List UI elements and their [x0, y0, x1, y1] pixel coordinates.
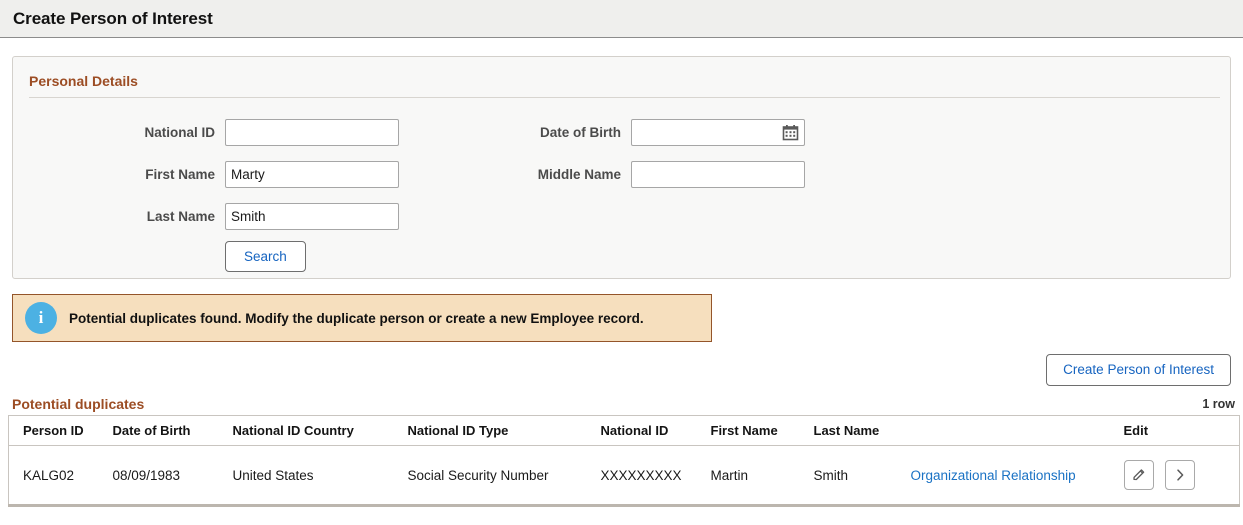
personal-details-title: Personal Details: [29, 73, 138, 89]
national-id-label: National ID: [144, 124, 215, 140]
date-of-birth-input[interactable]: [631, 118, 805, 146]
cell-relationship: Organizational Relationship: [910, 445, 1124, 507]
page-content: Personal Details National ID Date of Bir…: [0, 56, 1243, 507]
form-row-last-name: Last Name: [13, 195, 1230, 237]
cell-national-id-country: United States: [232, 445, 408, 507]
cell-national-id: XXXXXXXXX: [600, 445, 711, 507]
national-id-input[interactable]: [225, 118, 399, 146]
column-header-first-name[interactable]: First Name: [710, 415, 814, 446]
personal-details-group: Personal Details National ID Date of Bir…: [12, 56, 1231, 279]
column-header-last-name[interactable]: Last Name: [813, 415, 911, 446]
page-header: Create Person of Interest: [0, 0, 1243, 38]
create-person-of-interest-button[interactable]: Create Person of Interest: [1046, 354, 1231, 386]
column-header-date-of-birth[interactable]: Date of Birth: [112, 415, 233, 446]
form-row-first-middle-name: First Name Middle Name: [13, 153, 1230, 195]
first-name-input[interactable]: [225, 160, 399, 188]
chevron-right-icon[interactable]: [1165, 460, 1196, 490]
pencil-icon[interactable]: [1123, 460, 1154, 490]
cell-date-of-birth: 08/09/1983: [112, 445, 233, 507]
column-header-national-id-type[interactable]: National ID Type: [407, 415, 601, 446]
personal-details-form: National ID Date of Birth First Name Mar…: [13, 111, 1230, 272]
last-name-label: Last Name: [146, 208, 215, 224]
info-icon: i: [25, 302, 57, 334]
search-button[interactable]: Search: [225, 241, 306, 272]
first-name-label: First Name: [145, 166, 215, 182]
date-of-birth-label: Date of Birth: [540, 124, 621, 140]
last-name-input[interactable]: [225, 202, 399, 230]
personal-details-divider: [29, 97, 1220, 98]
organizational-relationship-link[interactable]: Organizational Relationship: [911, 468, 1076, 483]
cell-first-name: Martin: [710, 445, 814, 507]
cell-last-name: Smith: [813, 445, 911, 507]
cell-edit-actions: [1123, 445, 1240, 507]
form-row-national-id-dob: National ID Date of Birth: [13, 111, 1230, 153]
cell-person-id: KALG02: [8, 445, 113, 507]
grid-caption-row: Potential duplicates 1 row: [8, 396, 1239, 412]
column-header-national-id-country[interactable]: National ID Country: [232, 415, 408, 446]
column-header-person-id[interactable]: Person ID: [8, 415, 113, 446]
cell-national-id-type: Social Security Number: [407, 445, 601, 507]
row-count-label: 1 row: [1202, 397, 1235, 411]
middle-name-label: Middle Name: [537, 166, 621, 182]
table-row: KALG02 08/09/1983 United States Social S…: [8, 445, 1240, 507]
middle-name-input[interactable]: [631, 160, 805, 188]
form-row-search: Search: [13, 241, 1230, 272]
action-button-row: Create Person of Interest: [12, 354, 1231, 386]
duplicate-warning-text: Potential duplicates found. Modify the d…: [69, 310, 644, 326]
potential-duplicates-title: Potential duplicates: [12, 396, 145, 412]
potential-duplicates-table: Person ID Date of Birth National ID Coun…: [8, 415, 1240, 507]
table-header-row: Person ID Date of Birth National ID Coun…: [8, 415, 1240, 446]
column-header-edit: Edit: [1123, 415, 1240, 446]
column-header-national-id[interactable]: National ID: [600, 415, 711, 446]
duplicate-warning-banner: i Potential duplicates found. Modify the…: [12, 294, 712, 342]
column-header-relationship: [910, 415, 1124, 446]
date-of-birth-field: [631, 118, 805, 146]
calendar-icon[interactable]: [782, 124, 799, 141]
page-title: Create Person of Interest: [13, 8, 213, 28]
